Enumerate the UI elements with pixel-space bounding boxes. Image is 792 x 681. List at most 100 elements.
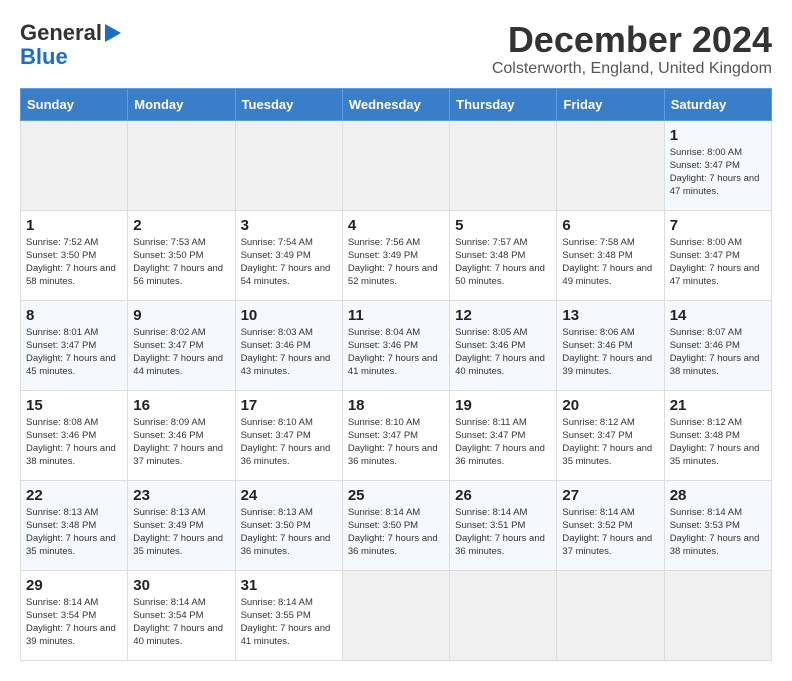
day-number: 18 [348, 397, 444, 414]
day-number: 3 [241, 217, 337, 234]
column-header-thursday: Thursday [450, 88, 557, 120]
calendar-cell: 7 Sunrise: 8:00 AM Sunset: 3:47 PM Dayli… [664, 210, 771, 300]
calendar-week-5: 22 Sunrise: 8:13 AM Sunset: 3:48 PM Dayl… [21, 480, 772, 570]
day-info: Sunrise: 8:10 AM Sunset: 3:47 PM Dayligh… [348, 416, 444, 469]
day-number: 12 [455, 307, 551, 324]
calendar-week-6: 29 Sunrise: 8:14 AM Sunset: 3:54 PM Dayl… [21, 570, 772, 660]
calendar-cell: 22 Sunrise: 8:13 AM Sunset: 3:48 PM Dayl… [21, 480, 128, 570]
day-info: Sunrise: 8:13 AM Sunset: 3:49 PM Dayligh… [133, 506, 229, 559]
day-info: Sunrise: 8:13 AM Sunset: 3:50 PM Dayligh… [241, 506, 337, 559]
logo-general: General [20, 20, 102, 46]
day-info: Sunrise: 7:58 AM Sunset: 3:48 PM Dayligh… [562, 236, 658, 289]
calendar-cell: 1 Sunrise: 8:00 AM Sunset: 3:47 PM Dayli… [664, 120, 771, 210]
calendar-cell [342, 120, 449, 210]
column-header-monday: Monday [128, 88, 235, 120]
day-info: Sunrise: 8:12 AM Sunset: 3:48 PM Dayligh… [670, 416, 766, 469]
day-number: 25 [348, 487, 444, 504]
calendar-cell [235, 120, 342, 210]
calendar-cell: 29 Sunrise: 8:14 AM Sunset: 3:54 PM Dayl… [21, 570, 128, 660]
calendar-cell: 25 Sunrise: 8:14 AM Sunset: 3:50 PM Dayl… [342, 480, 449, 570]
logo-arrow-icon [105, 24, 121, 42]
day-number: 2 [133, 217, 229, 234]
day-number: 30 [133, 577, 229, 594]
month-title: December 2024 [492, 20, 772, 60]
calendar-cell [664, 570, 771, 660]
day-number: 26 [455, 487, 551, 504]
day-info: Sunrise: 8:02 AM Sunset: 3:47 PM Dayligh… [133, 326, 229, 379]
calendar-week-2: 1 Sunrise: 7:52 AM Sunset: 3:50 PM Dayli… [21, 210, 772, 300]
day-number: 21 [670, 397, 766, 414]
calendar-cell: 11 Sunrise: 8:04 AM Sunset: 3:46 PM Dayl… [342, 300, 449, 390]
calendar-cell: 9 Sunrise: 8:02 AM Sunset: 3:47 PM Dayli… [128, 300, 235, 390]
day-number: 23 [133, 487, 229, 504]
day-info: Sunrise: 8:14 AM Sunset: 3:50 PM Dayligh… [348, 506, 444, 559]
calendar-cell: 12 Sunrise: 8:05 AM Sunset: 3:46 PM Dayl… [450, 300, 557, 390]
column-header-sunday: Sunday [21, 88, 128, 120]
calendar-cell [450, 120, 557, 210]
calendar-header-row: SundayMondayTuesdayWednesdayThursdayFrid… [21, 88, 772, 120]
day-number: 1 [26, 217, 122, 234]
column-header-saturday: Saturday [664, 88, 771, 120]
day-info: Sunrise: 8:04 AM Sunset: 3:46 PM Dayligh… [348, 326, 444, 379]
logo: General Blue [20, 20, 121, 68]
calendar-cell [342, 570, 449, 660]
day-info: Sunrise: 8:05 AM Sunset: 3:46 PM Dayligh… [455, 326, 551, 379]
day-info: Sunrise: 8:00 AM Sunset: 3:47 PM Dayligh… [670, 236, 766, 289]
calendar-cell: 15 Sunrise: 8:08 AM Sunset: 3:46 PM Dayl… [21, 390, 128, 480]
day-number: 10 [241, 307, 337, 324]
day-info: Sunrise: 7:56 AM Sunset: 3:49 PM Dayligh… [348, 236, 444, 289]
day-number: 20 [562, 397, 658, 414]
day-info: Sunrise: 8:08 AM Sunset: 3:46 PM Dayligh… [26, 416, 122, 469]
day-number: 14 [670, 307, 766, 324]
calendar-cell: 4 Sunrise: 7:56 AM Sunset: 3:49 PM Dayli… [342, 210, 449, 300]
calendar-week-3: 8 Sunrise: 8:01 AM Sunset: 3:47 PM Dayli… [21, 300, 772, 390]
day-number: 15 [26, 397, 122, 414]
day-info: Sunrise: 8:07 AM Sunset: 3:46 PM Dayligh… [670, 326, 766, 379]
calendar-cell: 27 Sunrise: 8:14 AM Sunset: 3:52 PM Dayl… [557, 480, 664, 570]
day-number: 22 [26, 487, 122, 504]
day-info: Sunrise: 7:53 AM Sunset: 3:50 PM Dayligh… [133, 236, 229, 289]
day-info: Sunrise: 7:57 AM Sunset: 3:48 PM Dayligh… [455, 236, 551, 289]
location: Colsterworth, England, United Kingdom [492, 60, 772, 78]
day-info: Sunrise: 8:10 AM Sunset: 3:47 PM Dayligh… [241, 416, 337, 469]
day-number: 24 [241, 487, 337, 504]
day-number: 8 [26, 307, 122, 324]
day-number: 4 [348, 217, 444, 234]
calendar-cell: 1 Sunrise: 7:52 AM Sunset: 3:50 PM Dayli… [21, 210, 128, 300]
day-number: 16 [133, 397, 229, 414]
calendar-cell: 2 Sunrise: 7:53 AM Sunset: 3:50 PM Dayli… [128, 210, 235, 300]
calendar-cell: 21 Sunrise: 8:12 AM Sunset: 3:48 PM Dayl… [664, 390, 771, 480]
day-number: 7 [670, 217, 766, 234]
day-info: Sunrise: 8:14 AM Sunset: 3:53 PM Dayligh… [670, 506, 766, 559]
calendar-cell [557, 570, 664, 660]
day-number: 17 [241, 397, 337, 414]
calendar-cell: 19 Sunrise: 8:11 AM Sunset: 3:47 PM Dayl… [450, 390, 557, 480]
day-number: 19 [455, 397, 551, 414]
calendar-cell [557, 120, 664, 210]
day-info: Sunrise: 8:14 AM Sunset: 3:55 PM Dayligh… [241, 596, 337, 649]
day-number: 9 [133, 307, 229, 324]
page-header: General Blue December 2024 Colsterworth,… [20, 20, 772, 78]
calendar-cell: 6 Sunrise: 7:58 AM Sunset: 3:48 PM Dayli… [557, 210, 664, 300]
calendar-cell [128, 120, 235, 210]
calendar-cell: 24 Sunrise: 8:13 AM Sunset: 3:50 PM Dayl… [235, 480, 342, 570]
calendar-cell: 10 Sunrise: 8:03 AM Sunset: 3:46 PM Dayl… [235, 300, 342, 390]
day-info: Sunrise: 8:03 AM Sunset: 3:46 PM Dayligh… [241, 326, 337, 379]
logo-blue: Blue [20, 46, 68, 68]
calendar-week-1: 1 Sunrise: 8:00 AM Sunset: 3:47 PM Dayli… [21, 120, 772, 210]
column-header-friday: Friday [557, 88, 664, 120]
calendar-cell: 28 Sunrise: 8:14 AM Sunset: 3:53 PM Dayl… [664, 480, 771, 570]
day-info: Sunrise: 8:13 AM Sunset: 3:48 PM Dayligh… [26, 506, 122, 559]
day-number: 29 [26, 577, 122, 594]
day-number: 1 [670, 127, 766, 144]
calendar-cell: 18 Sunrise: 8:10 AM Sunset: 3:47 PM Dayl… [342, 390, 449, 480]
calendar-cell: 26 Sunrise: 8:14 AM Sunset: 3:51 PM Dayl… [450, 480, 557, 570]
day-info: Sunrise: 8:11 AM Sunset: 3:47 PM Dayligh… [455, 416, 551, 469]
title-block: December 2024 Colsterworth, England, Uni… [492, 20, 772, 78]
day-number: 6 [562, 217, 658, 234]
calendar-cell: 31 Sunrise: 8:14 AM Sunset: 3:55 PM Dayl… [235, 570, 342, 660]
day-number: 31 [241, 577, 337, 594]
day-number: 28 [670, 487, 766, 504]
column-header-tuesday: Tuesday [235, 88, 342, 120]
day-number: 5 [455, 217, 551, 234]
